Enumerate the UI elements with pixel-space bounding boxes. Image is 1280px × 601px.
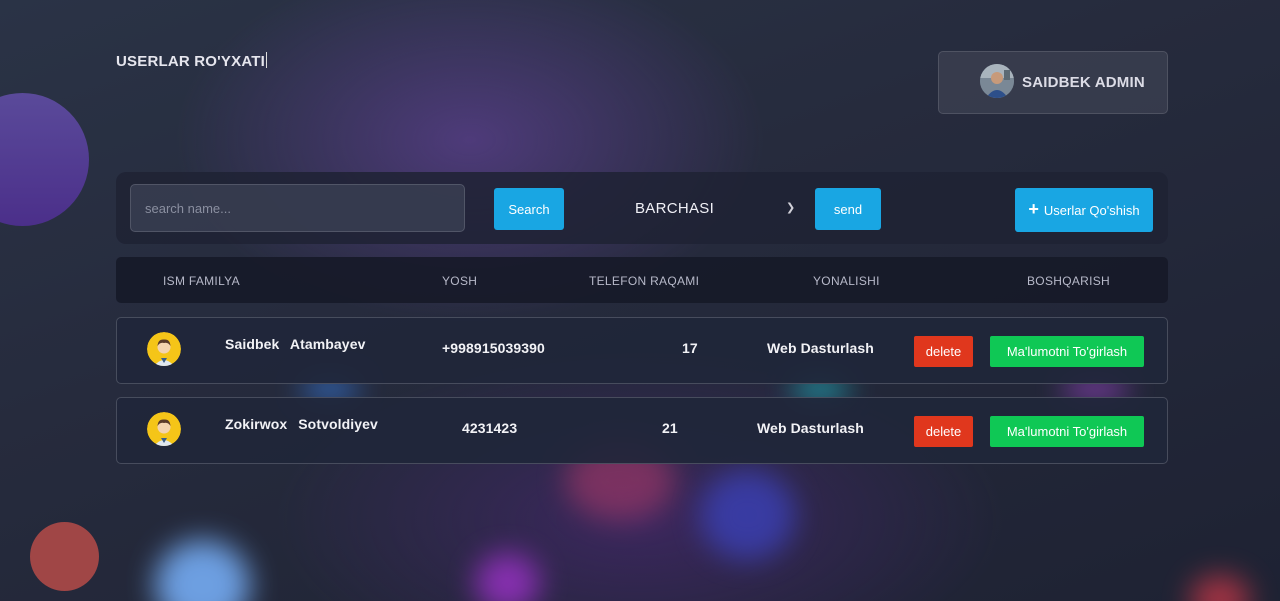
column-header-age: YOSH <box>442 274 478 288</box>
glow-light-blue <box>155 540 250 601</box>
column-header-name: ISM FAMILYA <box>163 274 240 288</box>
filter-select[interactable]: BARCHASI ❯ <box>616 188 806 230</box>
glow-red <box>1190 575 1250 601</box>
admin-name: SAIDBEK ADMIN <box>1022 74 1145 91</box>
column-header-actions: BOSHQARISH <box>1027 274 1111 288</box>
send-button[interactable]: send <box>815 188 881 230</box>
admin-avatar <box>980 64 1014 98</box>
delete-button[interactable]: delete <box>914 416 973 447</box>
user-direction: Web Dasturlash <box>767 340 874 356</box>
column-header-direction: YONALISHI <box>813 274 880 288</box>
page-title-text: USERLAR RO'YXATI <box>116 53 265 70</box>
user-phone: 4231423 <box>462 420 518 436</box>
table-row: Zokirwox Sotvoldiyev 4231423 21 Web Dast… <box>116 397 1168 464</box>
table-row: Saidbek Atambayev +998915039390 17 Web D… <box>116 317 1168 384</box>
search-input[interactable] <box>130 184 465 232</box>
search-button[interactable]: Search <box>494 188 564 230</box>
user-phone: +998915039390 <box>442 340 545 356</box>
edit-info-button[interactable]: Ma'lumotni To'girlash <box>990 416 1144 447</box>
text-caret <box>266 52 267 68</box>
user-age: 17 <box>682 340 698 356</box>
user-full-name: Saidbek Atambayev <box>225 336 366 352</box>
glow-indigo <box>700 470 795 560</box>
toolbar: Search BARCHASI ❯ send + Userlar Qo'shis… <box>116 172 1168 244</box>
user-direction: Web Dasturlash <box>757 420 864 436</box>
user-avatar <box>147 412 181 446</box>
user-full-name: Zokirwox Sotvoldiyev <box>225 416 378 432</box>
edit-info-button[interactable]: Ma'lumotni To'girlash <box>990 336 1144 367</box>
decorative-circle-purple <box>0 93 89 226</box>
user-age: 21 <box>662 420 678 436</box>
page-title: USERLAR RO'YXATI <box>116 52 267 70</box>
add-user-button[interactable]: + Userlar Qo'shish <box>1015 188 1153 232</box>
admin-profile[interactable]: SAIDBEK ADMIN <box>938 51 1168 114</box>
plus-icon: + <box>1028 199 1039 219</box>
delete-button[interactable]: delete <box>914 336 973 367</box>
filter-select-value: BARCHASI <box>635 200 715 217</box>
add-user-label: Userlar Qo'shish <box>1043 202 1140 218</box>
user-avatar <box>147 332 181 366</box>
chevron-down-icon: ❯ <box>786 202 796 214</box>
table-header: ISM FAMILYA YOSH TELEFON RAQAMI YONALISH… <box>116 257 1168 303</box>
column-header-phone: TELEFON RAQAMI <box>589 274 700 288</box>
glow-purple <box>475 553 540 601</box>
decorative-circle-red <box>30 522 99 591</box>
